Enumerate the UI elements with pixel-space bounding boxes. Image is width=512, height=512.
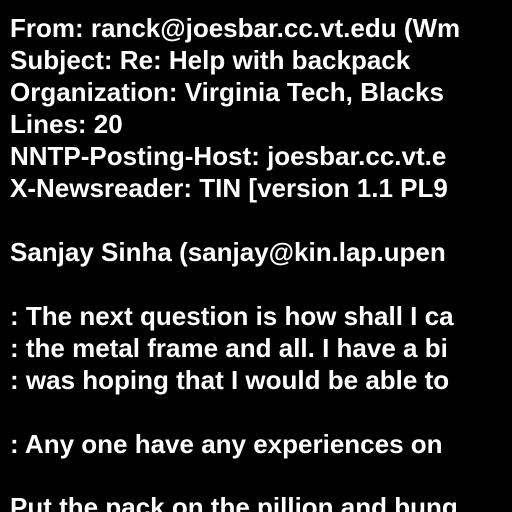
header-from: From: ranck@joesbar.cc.vt.edu (Wm: [10, 13, 461, 43]
reply-line: Put the pack on the pillion and bung: [10, 492, 458, 512]
header-lines: Lines: 20: [10, 109, 123, 139]
quoted-line: : The next question is how shall I ca: [10, 301, 454, 331]
quoted-line: : the metal frame and all. I have a bi: [10, 333, 448, 363]
header-subject: Subject: Re: Help with backpack: [10, 45, 411, 75]
header-organization: Organization: Virginia Tech, Blacks: [10, 77, 444, 107]
quote-attribution: Sanjay Sinha (sanjay@kin.lap.upen: [10, 237, 446, 267]
header-newsreader: X-Newsreader: TIN [version 1.1 PL9: [10, 173, 448, 203]
quoted-line: : was hoping that I would be able to: [10, 365, 450, 395]
newsgroup-message: From: ranck@joesbar.cc.vt.edu (Wm Subjec…: [0, 0, 512, 512]
quoted-line: : Any one have any experiences on: [10, 429, 443, 459]
header-nntp-posting-host: NNTP-Posting-Host: joesbar.cc.vt.e: [10, 141, 447, 171]
